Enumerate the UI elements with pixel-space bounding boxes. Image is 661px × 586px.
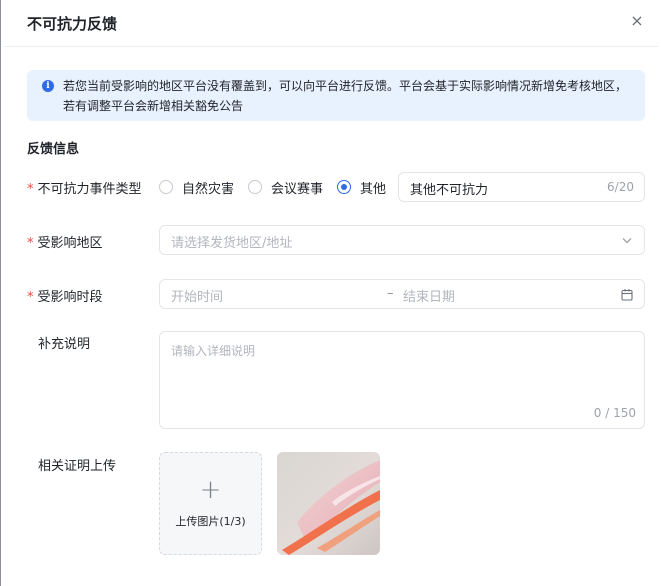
start-date-input[interactable]: 开始时间: [171, 286, 223, 305]
radio-conference-event[interactable]: 会议赛事: [248, 178, 323, 197]
radio-label: 会议赛事: [271, 181, 324, 197]
required-mark: *: [27, 182, 34, 197]
end-date-input[interactable]: 结束日期: [403, 286, 455, 305]
region-label: * 受影响地区: [27, 232, 103, 251]
notice-text: 若您当前受影响的地区平台没有覆盖到，可以向平台进行反馈。平台会基于实际影响情况新…: [63, 79, 628, 113]
window-edge: [0, 0, 1, 586]
date-range-picker[interactable]: 开始时间 – 结束日期: [159, 279, 645, 309]
chevron-down-icon[interactable]: [622, 237, 632, 244]
info-icon: i: [42, 80, 54, 92]
upload-label: 相关证明上传: [38, 459, 117, 474]
period-label-text: 受影响时段: [37, 290, 103, 305]
dialog-header: 不可抗力反馈 ×: [4, 0, 658, 47]
radio-label: 其他: [360, 181, 387, 197]
required-mark: *: [27, 236, 34, 251]
upload-button-label: 上传图片(1/3): [175, 515, 246, 528]
uploaded-image-thumbnail[interactable]: [277, 452, 380, 555]
radio-circle-selected[interactable]: [337, 180, 352, 194]
radio-other[interactable]: 其他: [337, 178, 386, 197]
other-reason-counter: 6/20: [607, 180, 634, 194]
range-separator: –: [387, 286, 394, 301]
plus-icon: +: [199, 475, 222, 505]
note-counter: 0 / 150: [593, 406, 636, 420]
section-title: 反馈信息: [27, 142, 80, 157]
calendar-icon[interactable]: [621, 288, 633, 301]
radio-natural-disaster[interactable]: 自然灾害: [159, 178, 234, 197]
event-type-radio-group: 自然灾害 会议赛事 其他: [159, 178, 400, 197]
region-label-text: 受影响地区: [37, 236, 103, 251]
region-placeholder: 请选择发货地区/地址: [171, 236, 293, 251]
other-reason-input[interactable]: 其他不可抗力 6/20: [398, 172, 645, 202]
note-label: 补充说明: [38, 337, 91, 352]
upload-image-button[interactable]: + 上传图片(1/3): [159, 452, 262, 555]
radio-label: 自然灾害: [182, 181, 235, 197]
period-label: * 受影响时段: [27, 286, 103, 305]
note-placeholder: 请输入详细说明: [171, 344, 256, 358]
region-select[interactable]: 请选择发货地区/地址: [159, 225, 645, 255]
required-mark: *: [27, 290, 34, 305]
feedback-dialog: 不可抗力反馈 × i 若您当前受影响的地区平台没有覆盖到，可以向平台进行反馈。平…: [4, 0, 658, 586]
event-type-label-text: 不可抗力事件类型: [37, 182, 142, 197]
note-textarea[interactable]: 请输入详细说明 0 / 150: [159, 331, 645, 429]
uploaded-image: [277, 452, 380, 555]
notice-banner: i 若您当前受影响的地区平台没有覆盖到，可以向平台进行反馈。平台会基于实际影响情…: [27, 70, 645, 121]
event-type-label: * 不可抗力事件类型: [27, 178, 142, 197]
radio-circle[interactable]: [248, 180, 263, 194]
close-icon[interactable]: ×: [628, 12, 646, 30]
dialog-title: 不可抗力反馈: [27, 15, 118, 33]
radio-circle[interactable]: [159, 180, 173, 194]
other-reason-value[interactable]: 其他不可抗力: [410, 179, 488, 198]
